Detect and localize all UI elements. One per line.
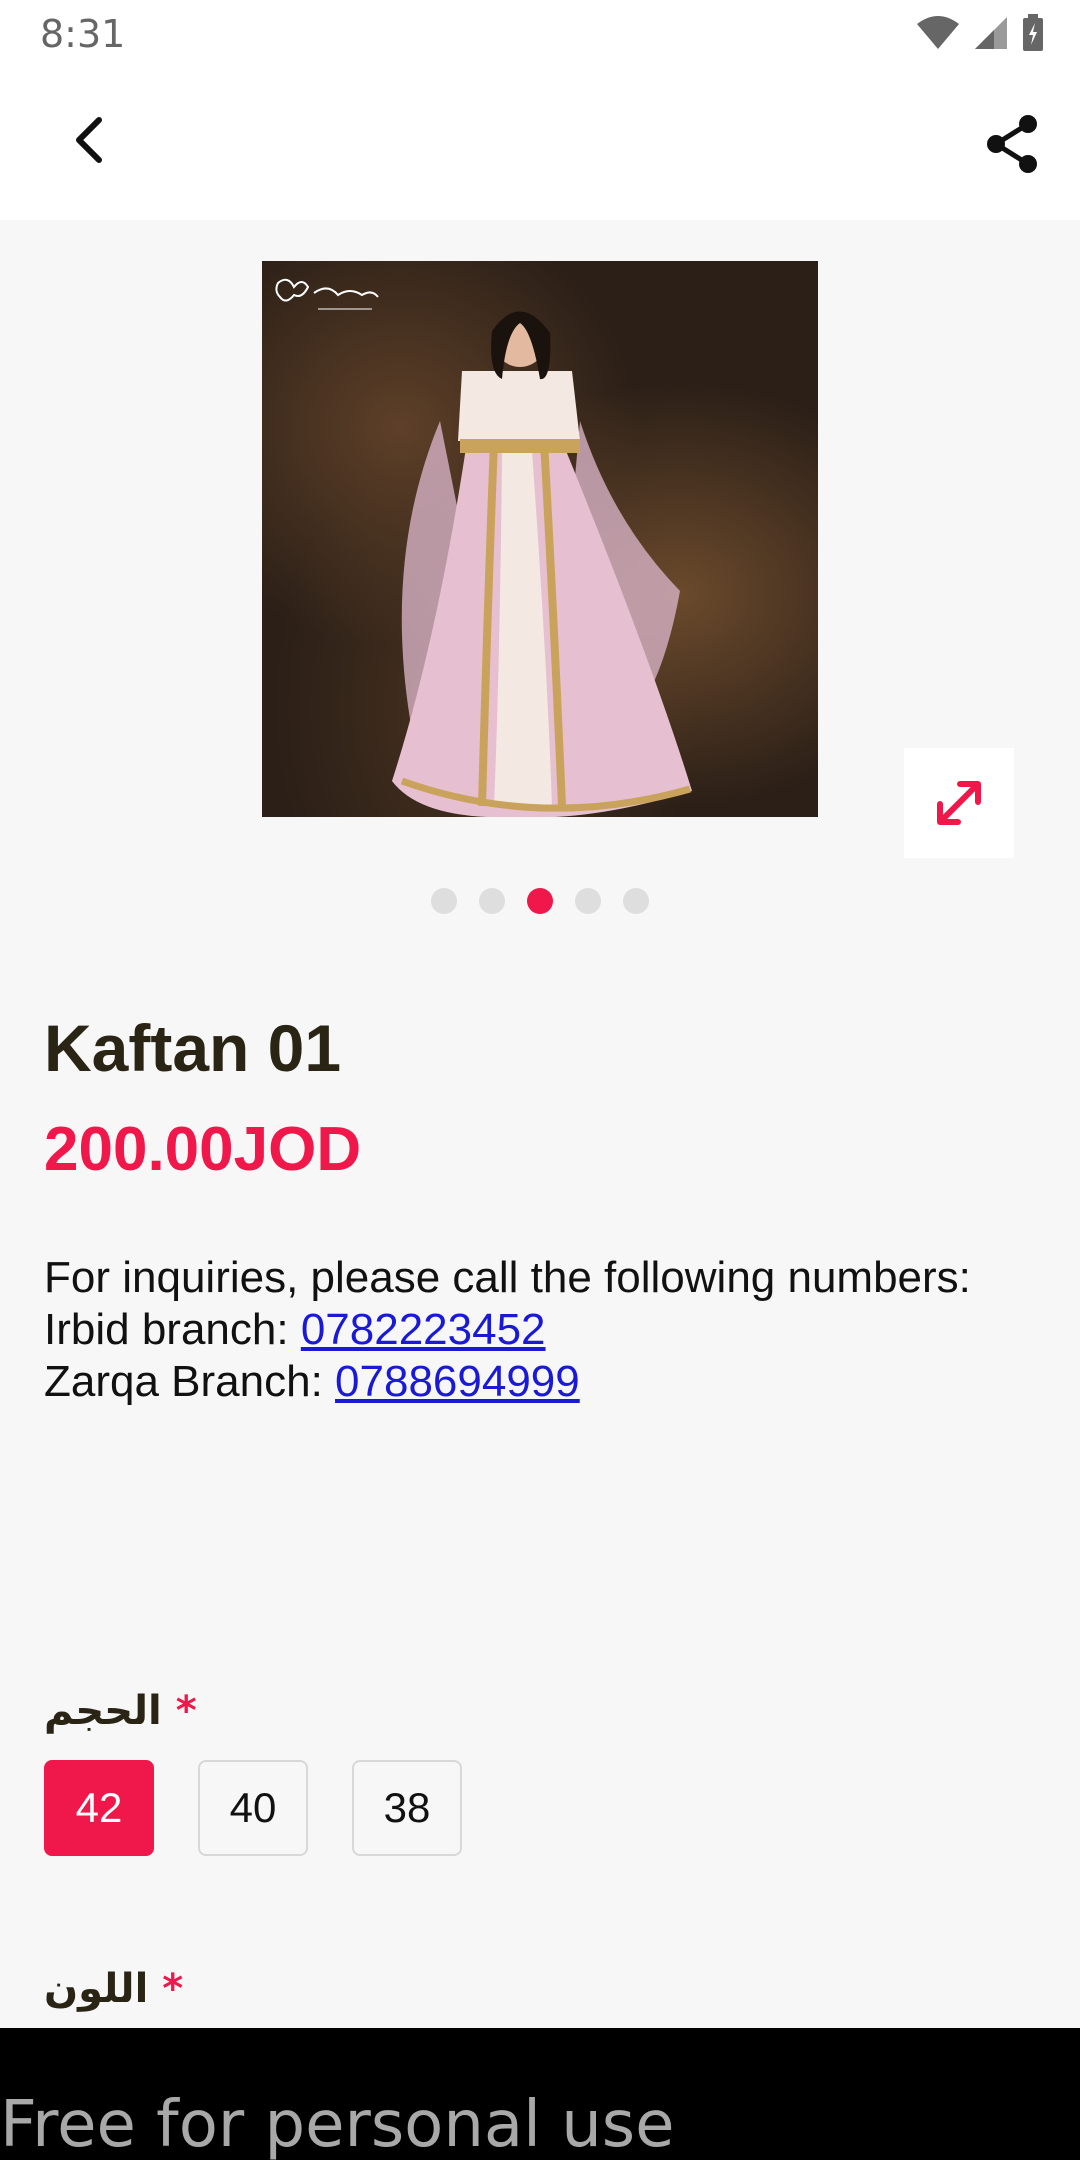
pager-dots (0, 886, 1080, 916)
pager-dot[interactable] (431, 888, 457, 914)
color-option-label: اللون * (44, 1966, 183, 2012)
image-gallery[interactable] (0, 220, 1080, 980)
app-bar (0, 66, 1080, 220)
irbid-branch-label: Irbid branch: (44, 1305, 301, 1354)
required-mark: * (162, 1966, 184, 2012)
product-price: 200.00JOD (44, 1115, 362, 1184)
product-page: 8:31 Kaftan 01 200.00JOD For inquiries, … (0, 0, 1080, 2160)
back-button[interactable] (58, 110, 118, 170)
zarqa-branch-line: Zarqa Branch: 0788694999 (44, 1356, 1044, 1408)
chevron-left-icon (76, 117, 102, 163)
size-option-38[interactable]: 38 (352, 1760, 462, 1856)
status-time: 8:31 (40, 12, 126, 56)
share-button[interactable] (978, 110, 1046, 178)
expand-icon (937, 781, 981, 825)
share-icon (987, 115, 1037, 173)
size-label-text: الحجم (44, 1688, 162, 1734)
size-option-42[interactable]: 42 (44, 1760, 154, 1856)
pager-dot[interactable] (479, 888, 505, 914)
product-image[interactable] (262, 261, 818, 817)
zarqa-branch-label: Zarqa Branch: (44, 1357, 336, 1406)
product-description: For inquiries, please call the following… (44, 1252, 1044, 1408)
wifi-icon (917, 16, 959, 49)
irbid-branch-line: Irbid branch: 0782223452 (44, 1304, 1044, 1356)
color-label-text: اللون (44, 1966, 149, 2012)
status-bar: 8:31 (0, 0, 1080, 66)
irbid-phone-link[interactable]: 0782223452 (301, 1305, 546, 1354)
required-mark: * (175, 1688, 197, 1734)
zarqa-phone-link[interactable]: 0788694999 (335, 1357, 580, 1406)
description-intro: For inquiries, please call the following… (44, 1253, 971, 1302)
size-options: 42 40 38 (44, 1760, 462, 1856)
size-option-40[interactable]: 40 (198, 1760, 308, 1856)
bottom-banner: Free for personal use (0, 2028, 1080, 2160)
product-photo-figure (392, 311, 692, 817)
expand-image-button[interactable] (904, 748, 1014, 858)
banner-text: Free for personal use (0, 2088, 675, 2160)
image-watermark-logo (272, 275, 382, 321)
product-title: Kaftan 01 (44, 1011, 342, 1085)
pager-dot-active[interactable] (527, 888, 553, 914)
size-option-label: الحجم * (44, 1688, 197, 1734)
pager-dot[interactable] (575, 888, 601, 914)
signal-icon (975, 17, 1007, 49)
status-icons (916, 14, 1044, 52)
pager-dot[interactable] (623, 888, 649, 914)
battery-icon (1023, 14, 1043, 51)
